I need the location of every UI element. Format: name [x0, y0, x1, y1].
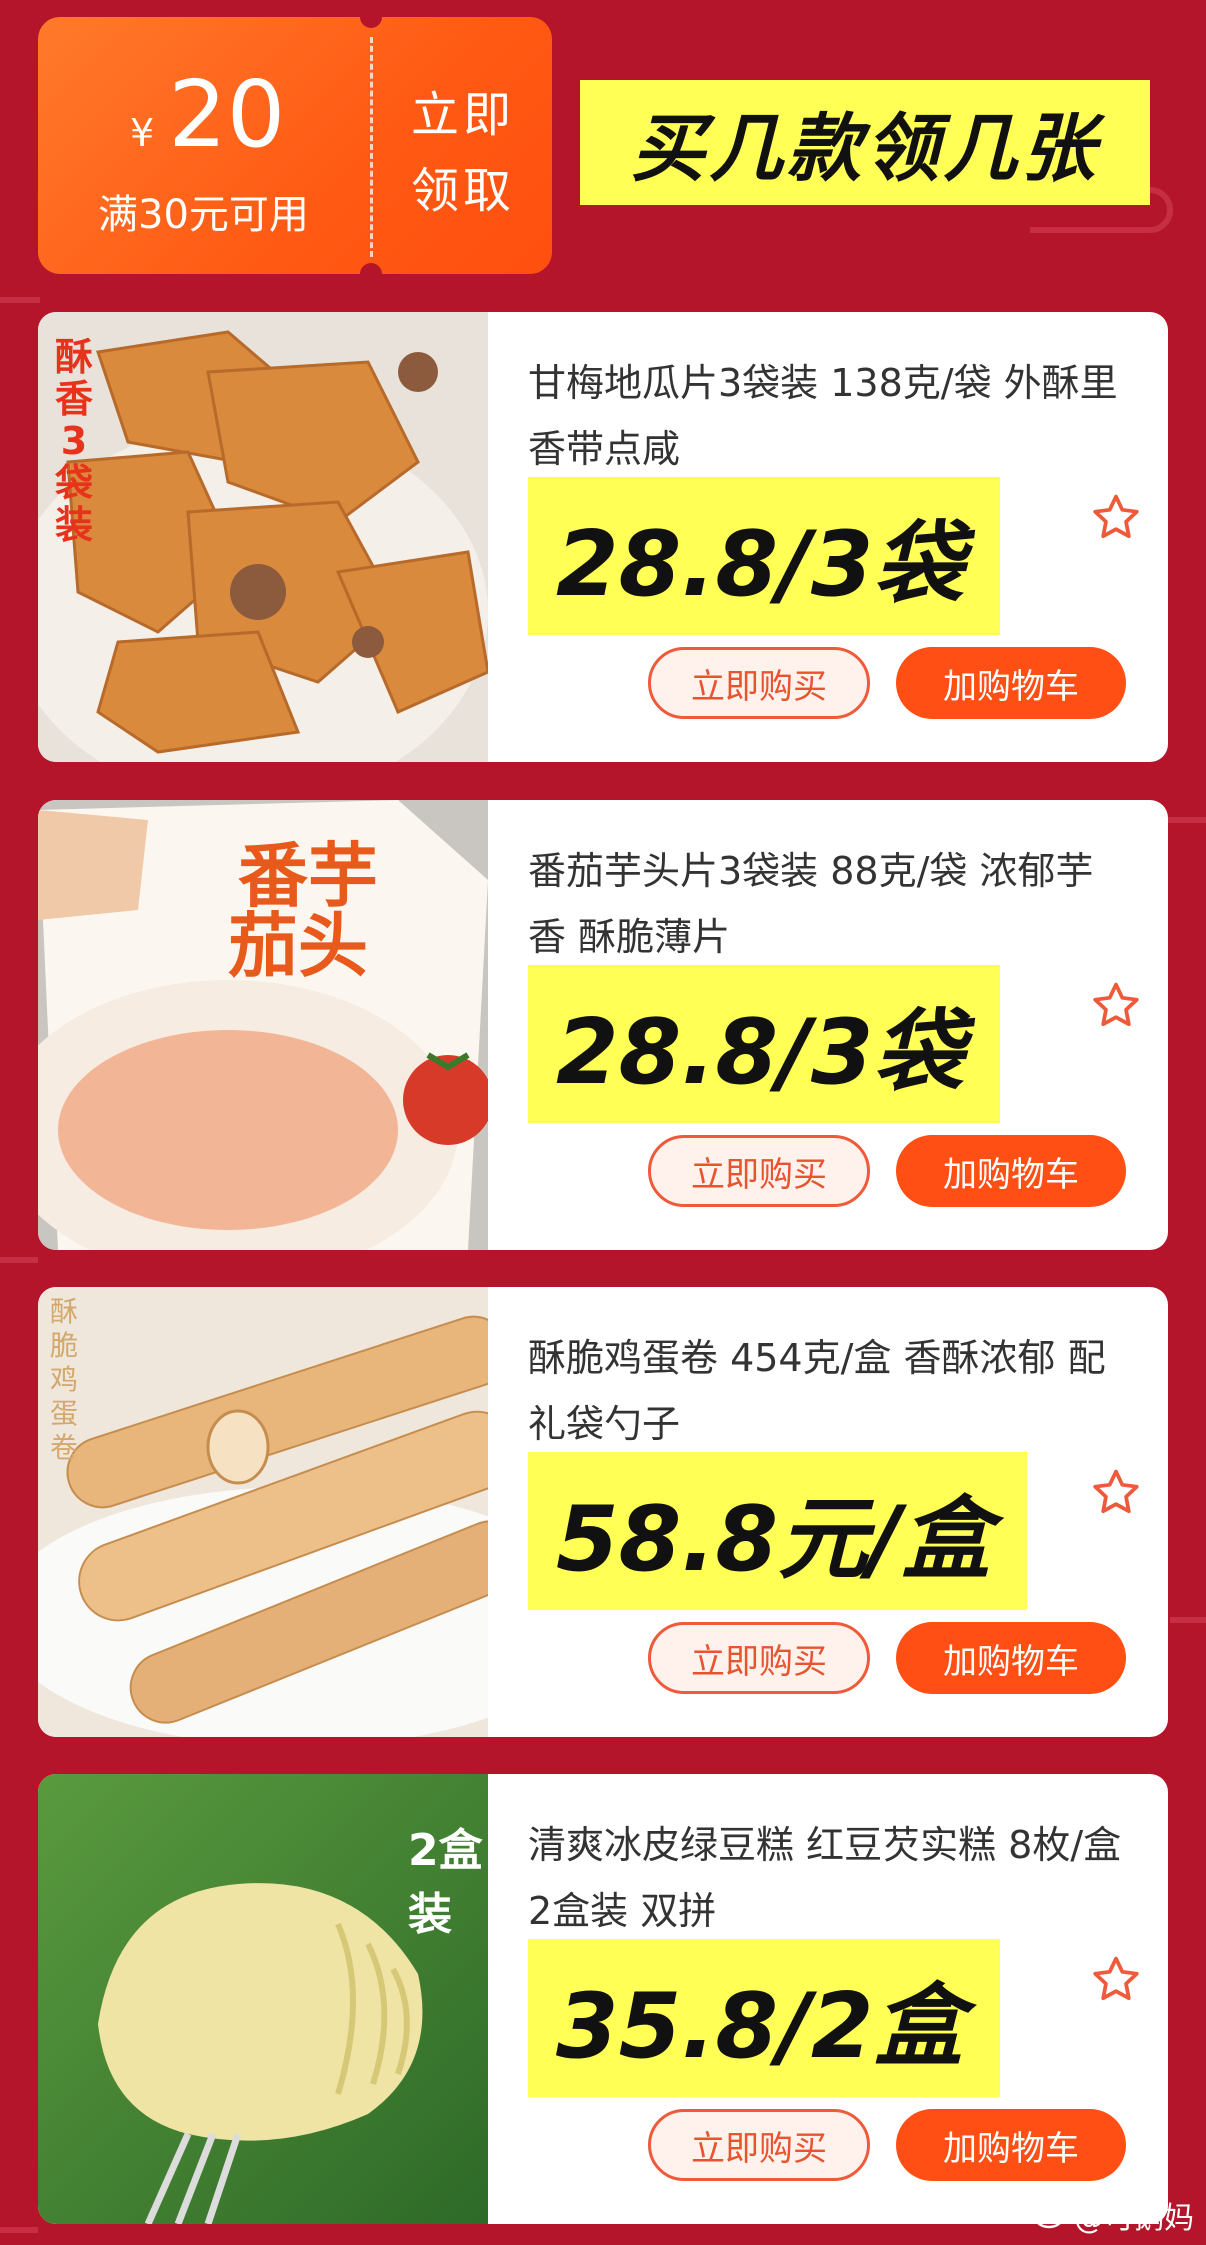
add-to-cart-button[interactable]: 加购物车 — [896, 2109, 1126, 2181]
coupon-amount: 20 — [168, 61, 286, 168]
product-title: 甘梅地瓜片3袋装 138克/袋 外酥里香带点咸 — [528, 361, 1118, 471]
product-image[interactable]: 2盒装 — [38, 1774, 488, 2224]
product-card[interactable]: 番芋 茄头 番茄芋头片3袋装 88克/袋 浓郁芋香 酥脆薄片 28.8/3袋 立… — [38, 800, 1168, 1250]
price-highlight: 28.8/3袋 — [528, 477, 1000, 635]
price-highlight: 28.8/3袋 — [528, 965, 1000, 1123]
buy-now-button[interactable]: 立即购买 — [648, 2109, 870, 2181]
add-to-cart-button[interactable]: 加购物车 — [896, 1622, 1126, 1694]
product-card[interactable]: 酥脆鸡蛋卷 酥脆鸡蛋卷 454克/盒 香酥浓郁 配礼袋勺子 58.8元/盒 立即… — [38, 1287, 1168, 1737]
product-info: 甘梅地瓜片3袋装 138克/袋 外酥里香带点咸 28.8/3袋 立即购买 加购物… — [488, 312, 1168, 762]
star-icon[interactable] — [1088, 490, 1144, 546]
product-info: 酥脆鸡蛋卷 454克/盒 香酥浓郁 配礼袋勺子 58.8元/盒 立即购买 加购物… — [488, 1287, 1168, 1737]
coupon-notch — [360, 263, 382, 285]
star-icon[interactable] — [1088, 1952, 1144, 2008]
watermark: @可鹅妈 — [1034, 2193, 1194, 2237]
add-to-cart-button[interactable]: 加购物车 — [896, 647, 1126, 719]
watermark-text: @可鹅妈 — [1074, 2201, 1194, 2236]
product-image[interactable]: 番芋 茄头 — [38, 800, 488, 1250]
star-icon[interactable] — [1088, 1465, 1144, 1521]
product-price: 35.8/2盒 — [556, 1974, 964, 2079]
product-info: 番茄芋头片3袋装 88克/袋 浓郁芋香 酥脆薄片 28.8/3袋 立即购买 加购… — [488, 800, 1168, 1250]
product-price: 28.8/3袋 — [556, 1000, 964, 1105]
promo-headline: 买几款领几张 — [580, 80, 1150, 205]
claim-coupon-button[interactable]: 立即 领取 — [403, 77, 523, 229]
product-title: 番茄芋头片3袋装 88克/袋 浓郁芋香 酥脆薄片 — [528, 849, 1094, 959]
product-card[interactable]: 酥香3袋装 甘梅地瓜片3袋装 138克/袋 外酥里香带点咸 28.8/3袋 立即… — [38, 312, 1168, 762]
coupon-condition: 满30元可用 — [98, 192, 309, 238]
product-info: 清爽冰皮绿豆糕 红豆芡实糕 8枚/盒 2盒装 双拼 35.8/2盒 立即购买 加… — [488, 1774, 1168, 2224]
product-image[interactable]: 酥脆鸡蛋卷 — [38, 1287, 488, 1737]
buy-now-button[interactable]: 立即购买 — [648, 1622, 870, 1694]
product-title: 酥脆鸡蛋卷 454克/盒 香酥浓郁 配礼袋勺子 — [528, 1336, 1106, 1446]
headline-text: 买几款领几张 — [631, 106, 1099, 192]
coupon-notch — [360, 6, 382, 28]
buy-now-button[interactable]: 立即购买 — [648, 1135, 870, 1207]
coupon-card[interactable]: ¥ 20 满30元可用 立即 领取 — [38, 6, 552, 285]
product-badge: 酥香3袋装 — [54, 335, 93, 547]
product-badge: 酥脆鸡蛋卷 — [49, 1295, 78, 1464]
star-icon[interactable] — [1088, 978, 1144, 1034]
svg-text:茄头: 茄头 — [228, 905, 368, 987]
add-to-cart-button[interactable]: 加购物车 — [896, 1135, 1126, 1207]
claim-label-line2: 领取 — [410, 163, 515, 219]
buy-now-button[interactable]: 立即购买 — [648, 647, 870, 719]
product-image[interactable]: 酥香3袋装 — [38, 312, 488, 762]
coupon-divider — [370, 37, 373, 257]
claim-label-line1: 立即 — [410, 87, 515, 143]
product-badge: 2盒装 — [408, 1825, 483, 1940]
currency-symbol: ¥ — [130, 111, 155, 155]
coupon-value: ¥ 20 满30元可用 — [38, 17, 370, 274]
product-price: 58.8元/盒 — [556, 1487, 991, 1592]
price-highlight: 58.8元/盒 — [528, 1452, 1027, 1610]
product-price: 28.8/3袋 — [556, 512, 964, 617]
product-title: 清爽冰皮绿豆糕 红豆芡实糕 8枚/盒 2盒装 双拼 — [528, 1823, 1122, 1933]
price-highlight: 35.8/2盒 — [528, 1939, 1000, 2097]
weibo-icon — [1034, 2202, 1068, 2229]
product-card[interactable]: 2盒装 清爽冰皮绿豆糕 红豆芡实糕 8枚/盒 2盒装 双拼 35.8/2盒 立即… — [38, 1774, 1168, 2224]
